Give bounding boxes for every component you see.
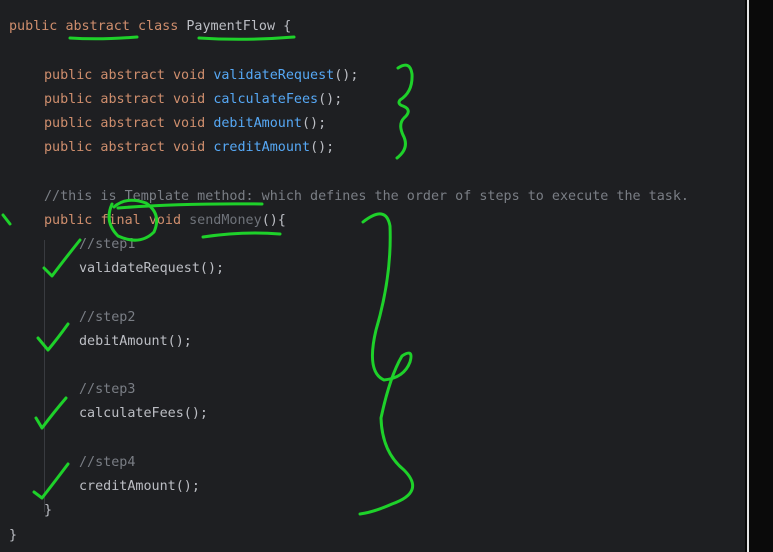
method-modifiers: public abstract void <box>44 116 206 131</box>
template-method-declaration: public final void sendMoney(){ <box>44 212 286 230</box>
code-editor-screen: public abstract class PaymentFlow { publ… <box>0 0 773 552</box>
keyword-final: final <box>100 213 141 228</box>
class-name: PaymentFlow <box>186 19 276 34</box>
window-edge <box>745 0 773 552</box>
step-comment: //step4 <box>79 455 136 470</box>
abstract-method-line: public abstract void validateRequest(); <box>44 67 358 85</box>
keyword-public: public <box>9 19 58 34</box>
abstract-method-line: public abstract void calculateFees(); <box>44 91 342 109</box>
method-name: creditAmount <box>213 140 311 155</box>
keyword-class: class <box>138 19 179 34</box>
step-comment: //step3 <box>79 382 136 397</box>
method-name-sendmoney: sendMoney <box>189 213 262 228</box>
method-suffix: (); <box>302 116 327 131</box>
open-brace: { <box>283 19 292 34</box>
step-comment: //step1 <box>79 237 136 252</box>
step-call: debitAmount(); <box>79 334 192 349</box>
template-method-comment: //this is Template method: which defines… <box>44 189 689 204</box>
keyword-void: void <box>148 213 182 228</box>
method-close-brace: } <box>44 503 53 518</box>
class-close-brace: } <box>9 528 18 543</box>
method-modifiers: public abstract void <box>44 140 206 155</box>
method-suffix: (); <box>318 92 343 107</box>
step-call: calculateFees(); <box>79 406 208 421</box>
method-name: calculateFees <box>213 92 319 107</box>
abstract-method-line: public abstract void creditAmount(); <box>44 139 334 157</box>
method-suffix: (); <box>334 68 359 83</box>
abstract-method-line: public abstract void debitAmount(); <box>44 115 326 133</box>
method-modifiers: public abstract void <box>44 92 206 107</box>
edge-divider <box>747 0 749 552</box>
method-name: validateRequest <box>213 68 335 83</box>
step-comment: //step2 <box>79 310 136 325</box>
code-editor[interactable]: public abstract class PaymentFlow { publ… <box>0 0 745 552</box>
keyword-public: public <box>44 213 93 228</box>
indent-guide <box>44 240 45 512</box>
class-declaration-line: public abstract class PaymentFlow { <box>9 18 291 36</box>
method-suffix: (); <box>310 140 335 155</box>
method-suffix: (){ <box>261 213 286 228</box>
method-modifiers: public abstract void <box>44 68 206 83</box>
method-name: debitAmount <box>213 116 302 131</box>
step-call: creditAmount(); <box>79 479 200 494</box>
keyword-abstract: abstract <box>65 19 130 34</box>
step-call: validateRequest(); <box>79 261 225 276</box>
